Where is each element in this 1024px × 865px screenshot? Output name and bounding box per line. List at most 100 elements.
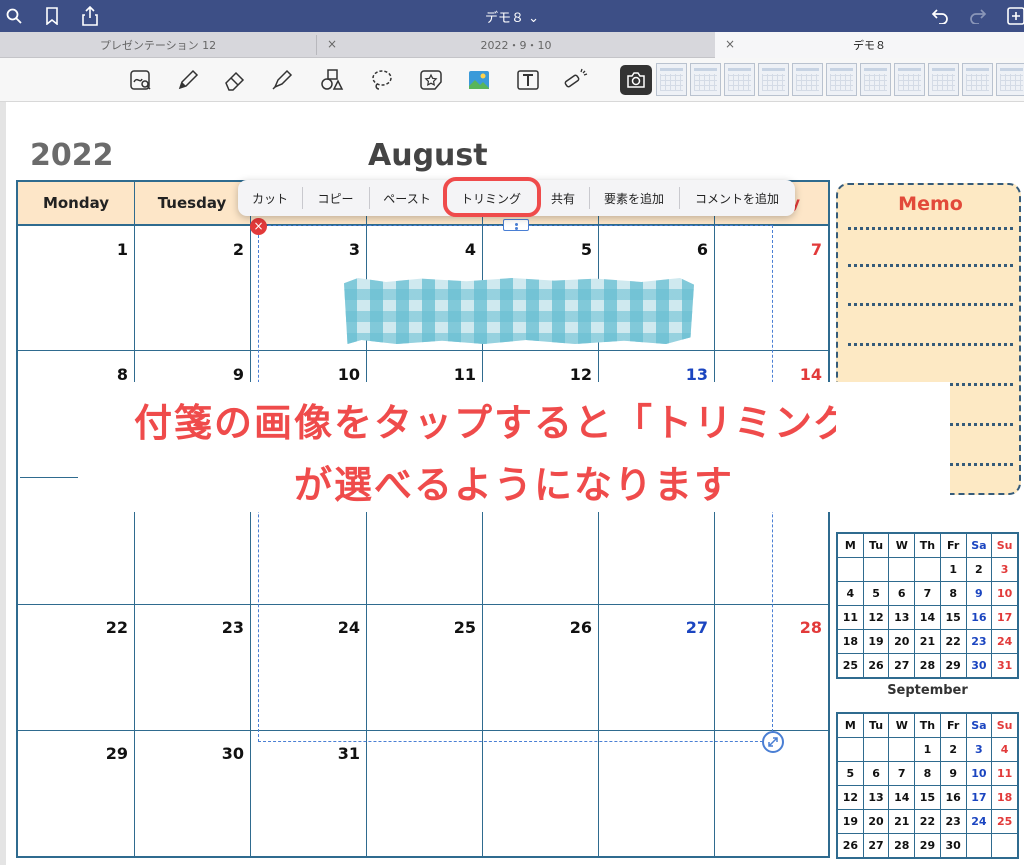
- page-thumbnail[interactable]: [758, 63, 789, 96]
- textbox-icon[interactable]: [514, 66, 542, 94]
- grid-line: [134, 182, 135, 856]
- mini-day: 30: [965, 653, 993, 678]
- tab-bar: プレゼンテーション 12 × 2022・9・10 × デモ８: [0, 32, 1024, 58]
- mini-calendar-august: M Tu W Th Fr Sa Su 1 2 3 4 5 6 7 8 9 10: [836, 532, 1019, 679]
- mini-day: [862, 557, 890, 582]
- add-element-menu-item[interactable]: 要素を追加: [589, 180, 679, 216]
- lasso-icon[interactable]: [368, 66, 396, 94]
- page-thumbnail[interactable]: [724, 63, 755, 96]
- mini-weekday: Sa: [965, 713, 993, 738]
- highlighter-icon[interactable]: [268, 66, 296, 94]
- mini-day: 31: [991, 653, 1018, 678]
- page-thumbnail[interactable]: [894, 63, 925, 96]
- camera-icon[interactable]: [620, 65, 652, 95]
- mini-weekday: W: [888, 713, 916, 738]
- pen-icon[interactable]: [174, 66, 202, 94]
- tab-presentation[interactable]: プレゼンテーション 12: [0, 32, 316, 58]
- eraser-icon[interactable]: [221, 66, 249, 94]
- mini-weekday: Fr: [939, 533, 967, 558]
- mini-day: 2: [939, 737, 967, 762]
- laser-pointer-icon[interactable]: [561, 66, 589, 94]
- page-thumbnail[interactable]: [690, 63, 721, 96]
- copy-menu-item[interactable]: コピー: [302, 180, 369, 216]
- page-thumbnail[interactable]: [826, 63, 857, 96]
- mini-weekday: Su: [991, 713, 1018, 738]
- mini-day: 17: [991, 605, 1018, 630]
- mini-day: 10: [965, 761, 993, 786]
- share-menu-item[interactable]: 共有: [537, 180, 589, 216]
- mini-day: 6: [888, 581, 916, 606]
- mini-day: [965, 833, 993, 858]
- redo-icon[interactable]: [968, 0, 988, 32]
- mini-day: 1: [939, 557, 967, 582]
- close-tab-icon[interactable]: ×: [725, 37, 735, 51]
- memo-line: [848, 303, 1013, 306]
- weekday-label: Tuesday: [157, 194, 227, 212]
- image-icon[interactable]: [465, 66, 493, 94]
- mini-weekday: Sa: [965, 533, 993, 558]
- mini-day: [888, 557, 916, 582]
- document-title[interactable]: デモ８ ⌄: [0, 7, 1024, 26]
- page-thumbnail[interactable]: [860, 63, 891, 96]
- mini-day: 23: [939, 809, 967, 834]
- mini-weekday: M: [837, 713, 864, 738]
- day-number: 28: [799, 618, 822, 637]
- tab-label: プレゼンテーション 12: [99, 39, 217, 52]
- mini-day: 7: [888, 761, 916, 786]
- mini-day: 10: [991, 581, 1018, 606]
- mini-day: 28: [914, 653, 941, 678]
- mini-day: 22: [939, 629, 967, 654]
- page-thumbnail[interactable]: [996, 63, 1024, 96]
- memo-line: [848, 343, 1013, 346]
- mini-day: 8: [914, 761, 941, 786]
- calendar-year: 2022: [30, 138, 114, 173]
- day-number: 31: [337, 744, 360, 763]
- add-page-icon[interactable]: [1006, 0, 1024, 32]
- mini-day: 28: [888, 833, 916, 858]
- page-thumbnail[interactable]: [792, 63, 823, 96]
- mini-day: 5: [862, 581, 890, 606]
- tab-label: 2022・9・10: [480, 39, 552, 52]
- mini-weekday: M: [837, 533, 864, 558]
- mini-day: 26: [837, 833, 864, 858]
- mini-day: 21: [914, 629, 941, 654]
- day-number: 29: [105, 744, 128, 763]
- delete-selection-icon[interactable]: ×: [250, 218, 267, 235]
- close-tab-icon[interactable]: ×: [327, 37, 337, 51]
- instruction-line-1: 付箋の画像をタップすると「トリミング」: [133, 401, 894, 445]
- resize-rotate-icon[interactable]: [762, 731, 784, 753]
- mini-day: 15: [939, 605, 967, 630]
- lasso-read-icon[interactable]: [127, 66, 155, 94]
- shapes-icon[interactable]: [318, 66, 346, 94]
- trim-highlight-ring: [443, 177, 541, 217]
- mini-day: 16: [939, 785, 967, 810]
- mini-day: 9: [965, 581, 993, 606]
- memo-line: [848, 264, 1013, 267]
- day-number: 23: [221, 618, 244, 637]
- mini-day: 4: [837, 581, 864, 606]
- mini-day: [837, 737, 864, 762]
- move-handle-icon[interactable]: [503, 219, 529, 231]
- mini-day: [862, 737, 890, 762]
- page-thumbnail[interactable]: [928, 63, 959, 96]
- mini-day: 5: [837, 761, 864, 786]
- page-thumbnail[interactable]: [656, 63, 687, 96]
- sticker-icon[interactable]: [417, 66, 445, 94]
- tab-date[interactable]: × 2022・9・10: [317, 32, 715, 58]
- paste-menu-item[interactable]: ペースト: [369, 180, 445, 216]
- cut-menu-item[interactable]: カット: [238, 180, 302, 216]
- mini-day: 11: [837, 605, 864, 630]
- mini-day: 14: [914, 605, 941, 630]
- mini-day: 27: [862, 833, 890, 858]
- page-thumbnail[interactable]: [962, 63, 993, 96]
- tab-demo8[interactable]: × デモ８: [715, 32, 1024, 58]
- mini-day: 6: [862, 761, 890, 786]
- add-comment-menu-item[interactable]: コメントを追加: [679, 180, 795, 216]
- mini-day: 18: [991, 785, 1018, 810]
- mini-day: 26: [862, 653, 890, 678]
- grid-line: [20, 477, 78, 478]
- mini-day: [991, 833, 1018, 858]
- grid-line: [250, 182, 251, 856]
- mini-day: [837, 557, 864, 582]
- undo-icon[interactable]: [930, 0, 950, 32]
